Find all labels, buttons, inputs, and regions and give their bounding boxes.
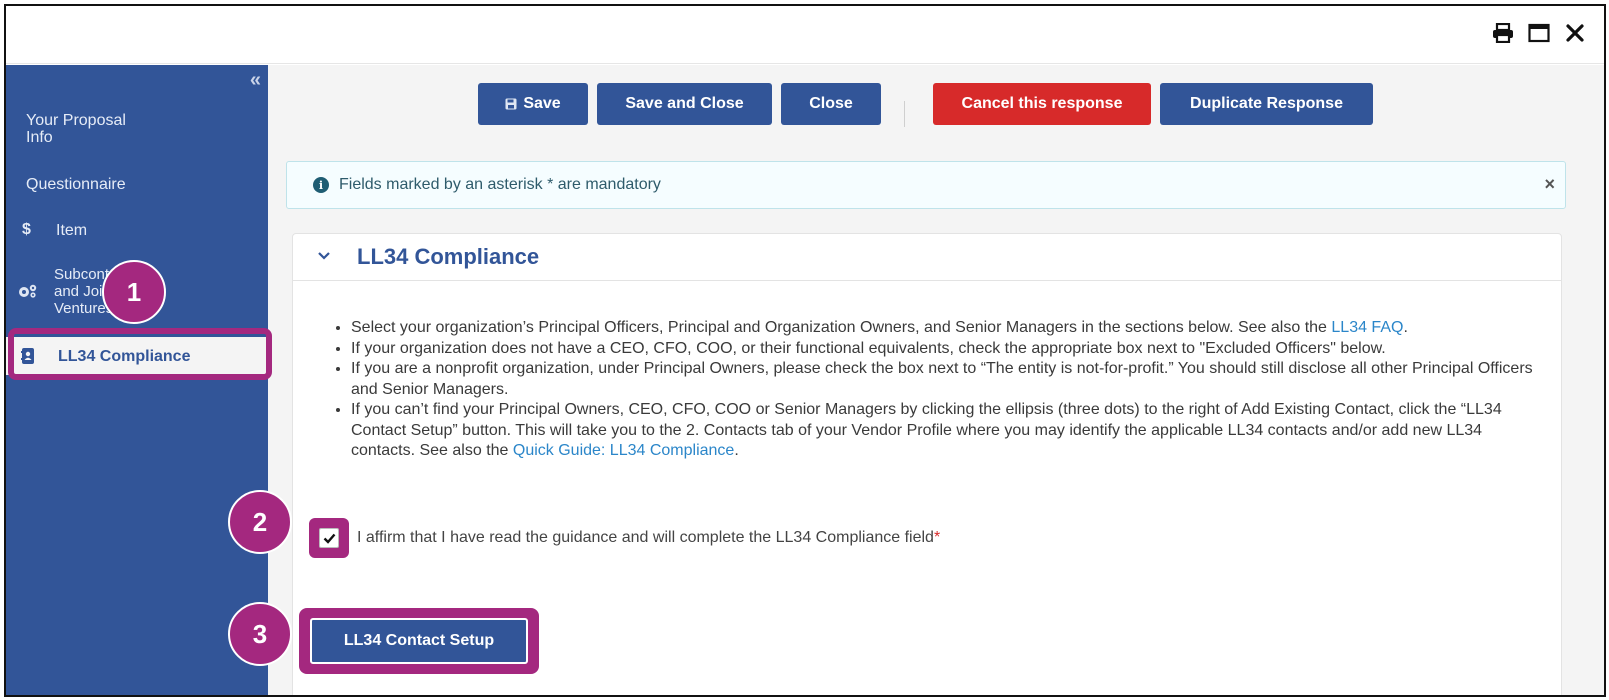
guidance-punct: . — [1403, 319, 1408, 336]
gears-icon — [16, 283, 40, 299]
guidance-text: If you are a nonprofit organization, und… — [351, 360, 1533, 398]
chevron-down-icon[interactable] — [317, 248, 333, 266]
sidebar-item-label: Your Proposal Info — [26, 112, 126, 146]
label-line-1: Your Proposal — [26, 112, 126, 129]
close-icon[interactable] — [1562, 20, 1588, 46]
guidance-text: Select your organization’s Principal Off… — [351, 319, 1332, 336]
guidance-list: Select your organization’s Principal Off… — [333, 318, 1543, 462]
panel-header: LL34 Compliance — [293, 234, 1561, 281]
guidance-text: If your organization does not have a CEO… — [351, 339, 1386, 357]
affirm-checkbox[interactable] — [319, 528, 339, 548]
ll34-faq-link[interactable]: LL34 FAQ — [1331, 319, 1403, 336]
contact-setup-highlight: LL34 Contact Setup — [299, 608, 539, 674]
toolbar-divider — [904, 101, 905, 127]
required-asterisk: * — [933, 529, 941, 546]
sidebar-item-your-proposal-info[interactable]: Your Proposal Info — [6, 109, 268, 149]
alert-message: Fields marked by an asterisk * are manda… — [339, 176, 661, 193]
guidance-item: If you are a nonprofit organization, und… — [351, 359, 1543, 400]
sidebar-item-label: Item — [56, 221, 88, 239]
affirm-label: I affirm that I have read the guidance a… — [357, 529, 940, 547]
save-label: Save — [523, 95, 561, 112]
guidance-item: Select your organization’s Principal Off… — [351, 318, 1543, 339]
guidance-item: If you can’t find your Principal Owners,… — [351, 400, 1543, 462]
cancel-response-button[interactable]: Cancel this response — [933, 83, 1151, 125]
duplicate-response-button[interactable]: Duplicate Response — [1160, 83, 1373, 125]
sidebar-item-label: Questionnaire — [26, 175, 126, 193]
guidance-item: If your organization does not have a CEO… — [351, 339, 1543, 360]
ll34-compliance-panel: LL34 Compliance Select your organization… — [292, 233, 1562, 695]
title-bar — [6, 6, 1604, 64]
save-button[interactable]: Save — [478, 83, 588, 125]
main-content: Save Save and Close Close Cancel this re… — [268, 65, 1604, 695]
checkbox-highlight — [309, 518, 349, 558]
app-window: « Your Proposal Info Questionnaire $ Ite… — [4, 4, 1606, 697]
sidebar-item-questionnaire[interactable]: Questionnaire — [6, 171, 268, 197]
print-icon[interactable] — [1490, 20, 1516, 46]
quick-guide-link[interactable]: Quick Guide: LL34 Compliance — [513, 442, 734, 459]
floppy-disk-icon — [505, 98, 517, 110]
guidance-punct: . — [734, 442, 739, 459]
mandatory-fields-alert: i Fields marked by an asterisk * are man… — [286, 161, 1566, 209]
toolbar: Save Save and Close Close Cancel this re… — [268, 77, 1604, 127]
sidebar-item-item[interactable]: $ Item — [6, 217, 268, 243]
sidebar-highlight — [8, 328, 272, 380]
step-badge-2: 2 — [228, 490, 292, 554]
info-icon: i — [313, 177, 329, 193]
step-badge-3: 3 — [228, 602, 292, 666]
affirm-field: I affirm that I have read the guidance a… — [309, 518, 940, 558]
sidebar: « Your Proposal Info Questionnaire $ Ite… — [6, 65, 268, 695]
label-line-2: Info — [26, 129, 53, 146]
save-and-close-button[interactable]: Save and Close — [597, 83, 772, 125]
affirm-text: I affirm that I have read the guidance a… — [357, 529, 934, 546]
ll34-contact-setup-button[interactable]: LL34 Contact Setup — [310, 618, 528, 664]
window-controls — [1490, 20, 1588, 46]
close-button[interactable]: Close — [781, 83, 881, 125]
dismiss-alert-icon[interactable]: × — [1544, 174, 1555, 195]
maximize-icon[interactable] — [1526, 20, 1552, 46]
collapse-sidebar-icon[interactable]: « — [250, 69, 261, 92]
panel-title: LL34 Compliance — [357, 244, 540, 269]
dollar-icon: $ — [22, 221, 31, 238]
step-badge-1: 1 — [102, 260, 166, 324]
